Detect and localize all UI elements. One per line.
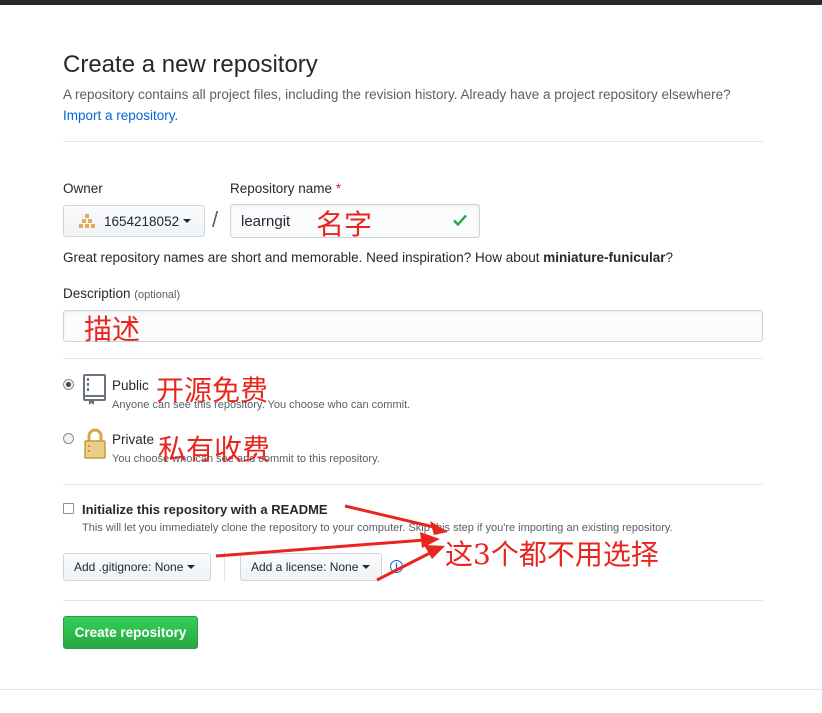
annotation-arrows [215, 504, 448, 582]
annotation-public: 开源免费 [156, 374, 269, 407]
annotation-description: 描述 [84, 313, 141, 346]
annotation-options: 这3个都不用选择 [445, 538, 659, 571]
annotation-private: 私有收费 [158, 433, 271, 466]
annotation-name: 名字 [316, 208, 373, 241]
